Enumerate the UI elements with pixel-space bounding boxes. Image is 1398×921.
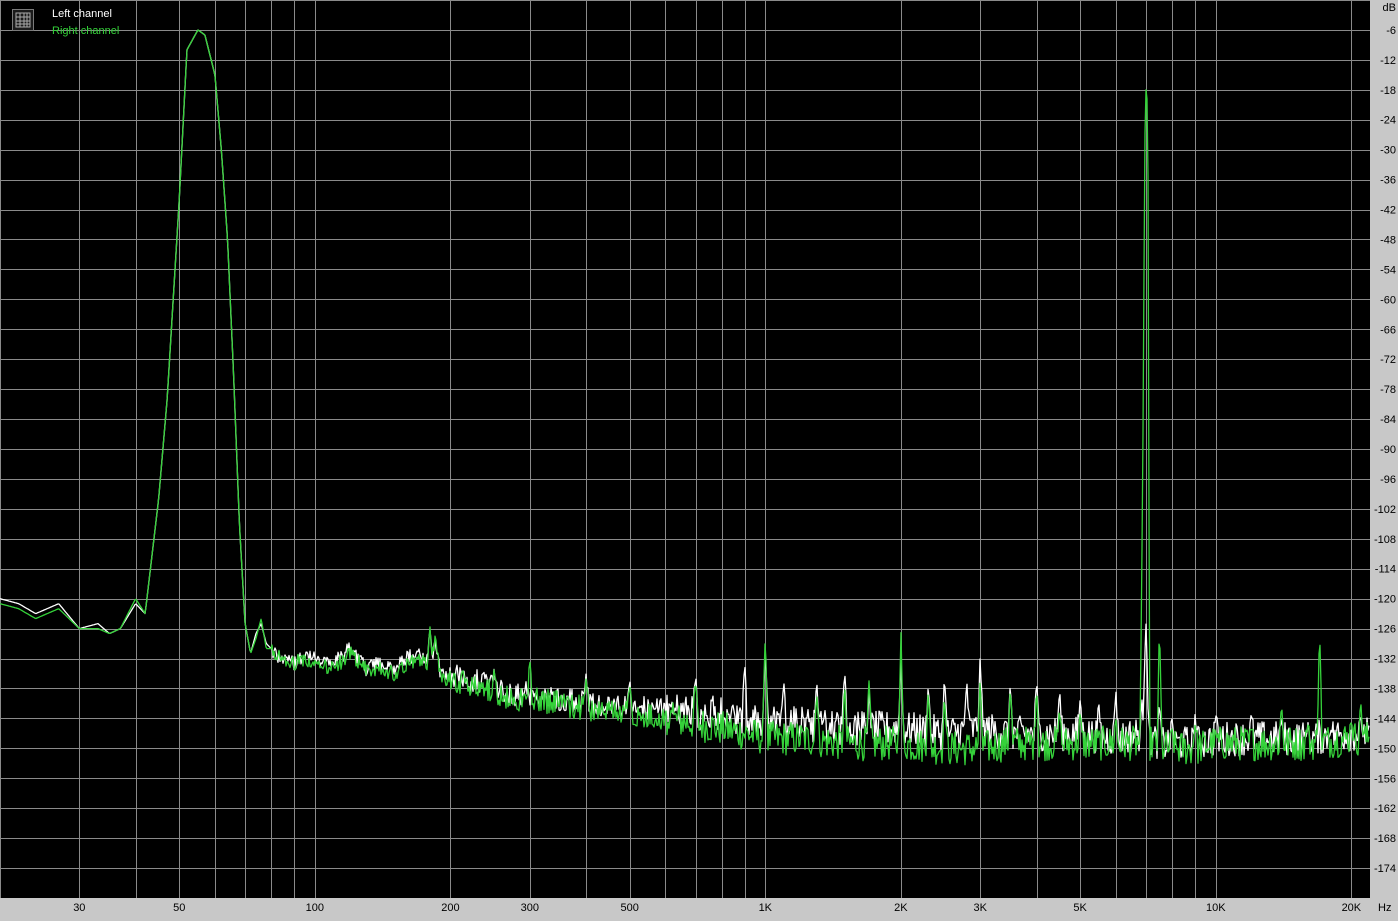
y-tick-label: -6 — [1386, 25, 1396, 37]
y-tick-label: -138 — [1374, 683, 1396, 695]
series-lines — [0, 29, 1370, 766]
y-tick-label: -156 — [1374, 773, 1396, 785]
x-axis: 30 50 100 200 300 500 1K 2K 3K 5K 10K 20K Hz — [0, 898, 1398, 916]
y-tick-label: -24 — [1380, 115, 1396, 127]
plot-area: Left channel Right channel — [0, 0, 1370, 898]
x-tick-label: 300 — [521, 902, 539, 914]
x-axis-unit-label: Hz — [1378, 902, 1391, 914]
x-tick-label: 3K — [973, 902, 987, 914]
y-tick-label: -66 — [1380, 324, 1396, 336]
y-tick-label: -162 — [1374, 803, 1396, 815]
y-tick-label: -102 — [1374, 504, 1396, 516]
y-tick-label: -36 — [1380, 175, 1396, 187]
y-tick-label: -96 — [1380, 474, 1396, 486]
x-axis-svg: 30 50 100 200 300 500 1K 2K 3K 5K 10K 20K Hz — [73, 902, 1391, 914]
y-tick-label: -168 — [1374, 833, 1396, 845]
y-tick-label: -84 — [1380, 414, 1396, 426]
x-tick-label: 50 — [173, 902, 185, 914]
legend-left-channel-label: Left channel — [52, 8, 112, 20]
y-tick-label: -42 — [1380, 205, 1396, 217]
y-tick-label: -114 — [1375, 564, 1396, 576]
x-tick-label: 2K — [894, 902, 908, 914]
y-tick-label: -18 — [1380, 85, 1396, 97]
grid-lines — [0, 0, 1370, 898]
y-tick-label: -72 — [1380, 354, 1396, 366]
legend-right-channel-label: Right channel — [52, 25, 120, 37]
y-tick-label: -150 — [1374, 743, 1396, 755]
y-tick-labels: -6 -12 -18 -24 -30 -36 -42 -48 -54 -60 -66 -72 -78 -8… — [1374, 25, 1396, 875]
y-tick-label: -126 — [1374, 624, 1396, 636]
y-tick-label: -12 — [1380, 55, 1396, 67]
right-channel-line — [0, 29, 1370, 766]
x-tick-label: 1K — [759, 902, 773, 914]
y-tick-label: -144 — [1374, 713, 1396, 725]
y-tick-label: -30 — [1380, 145, 1396, 157]
left-channel-line — [0, 29, 1370, 761]
y-tick-label: -54 — [1380, 264, 1396, 276]
y-tick-label: -48 — [1380, 234, 1396, 246]
x-tick-label: 200 — [441, 902, 459, 914]
x-tick-labels: 30 50 100 200 300 500 1K 2K 3K 5K 10K 20K — [73, 902, 1362, 914]
x-tick-label: 100 — [306, 902, 324, 914]
grid-icon[interactable] — [12, 9, 34, 31]
legend[interactable]: Left channel Right channel — [8, 7, 158, 41]
x-tick-label: 30 — [73, 902, 85, 914]
x-tick-label: 5K — [1073, 902, 1087, 914]
y-tick-label: -120 — [1374, 594, 1396, 606]
y-tick-label: -90 — [1380, 444, 1396, 456]
y-axis-unit-label: dB — [1383, 2, 1396, 14]
x-tick-label: 10K — [1206, 902, 1226, 914]
y-tick-label: -132 — [1374, 654, 1396, 666]
y-tick-label: -78 — [1380, 384, 1396, 396]
y-axis: dB -6 -12 -18 -24 -30 -36 -42 -48 -54 -60 -66 -72 -7… — [1370, 0, 1398, 898]
x-tick-label: 20K — [1342, 902, 1362, 914]
y-tick-label: -60 — [1380, 294, 1396, 306]
chart-svg — [0, 0, 1370, 898]
y-tick-label: -174 — [1374, 863, 1396, 875]
y-axis-svg: dB -6 -12 -18 -24 -30 -36 -42 -48 -54 -60 -66 -72 -7… — [1374, 2, 1396, 875]
y-tick-label: -108 — [1374, 534, 1396, 546]
x-tick-label: 500 — [621, 902, 639, 914]
